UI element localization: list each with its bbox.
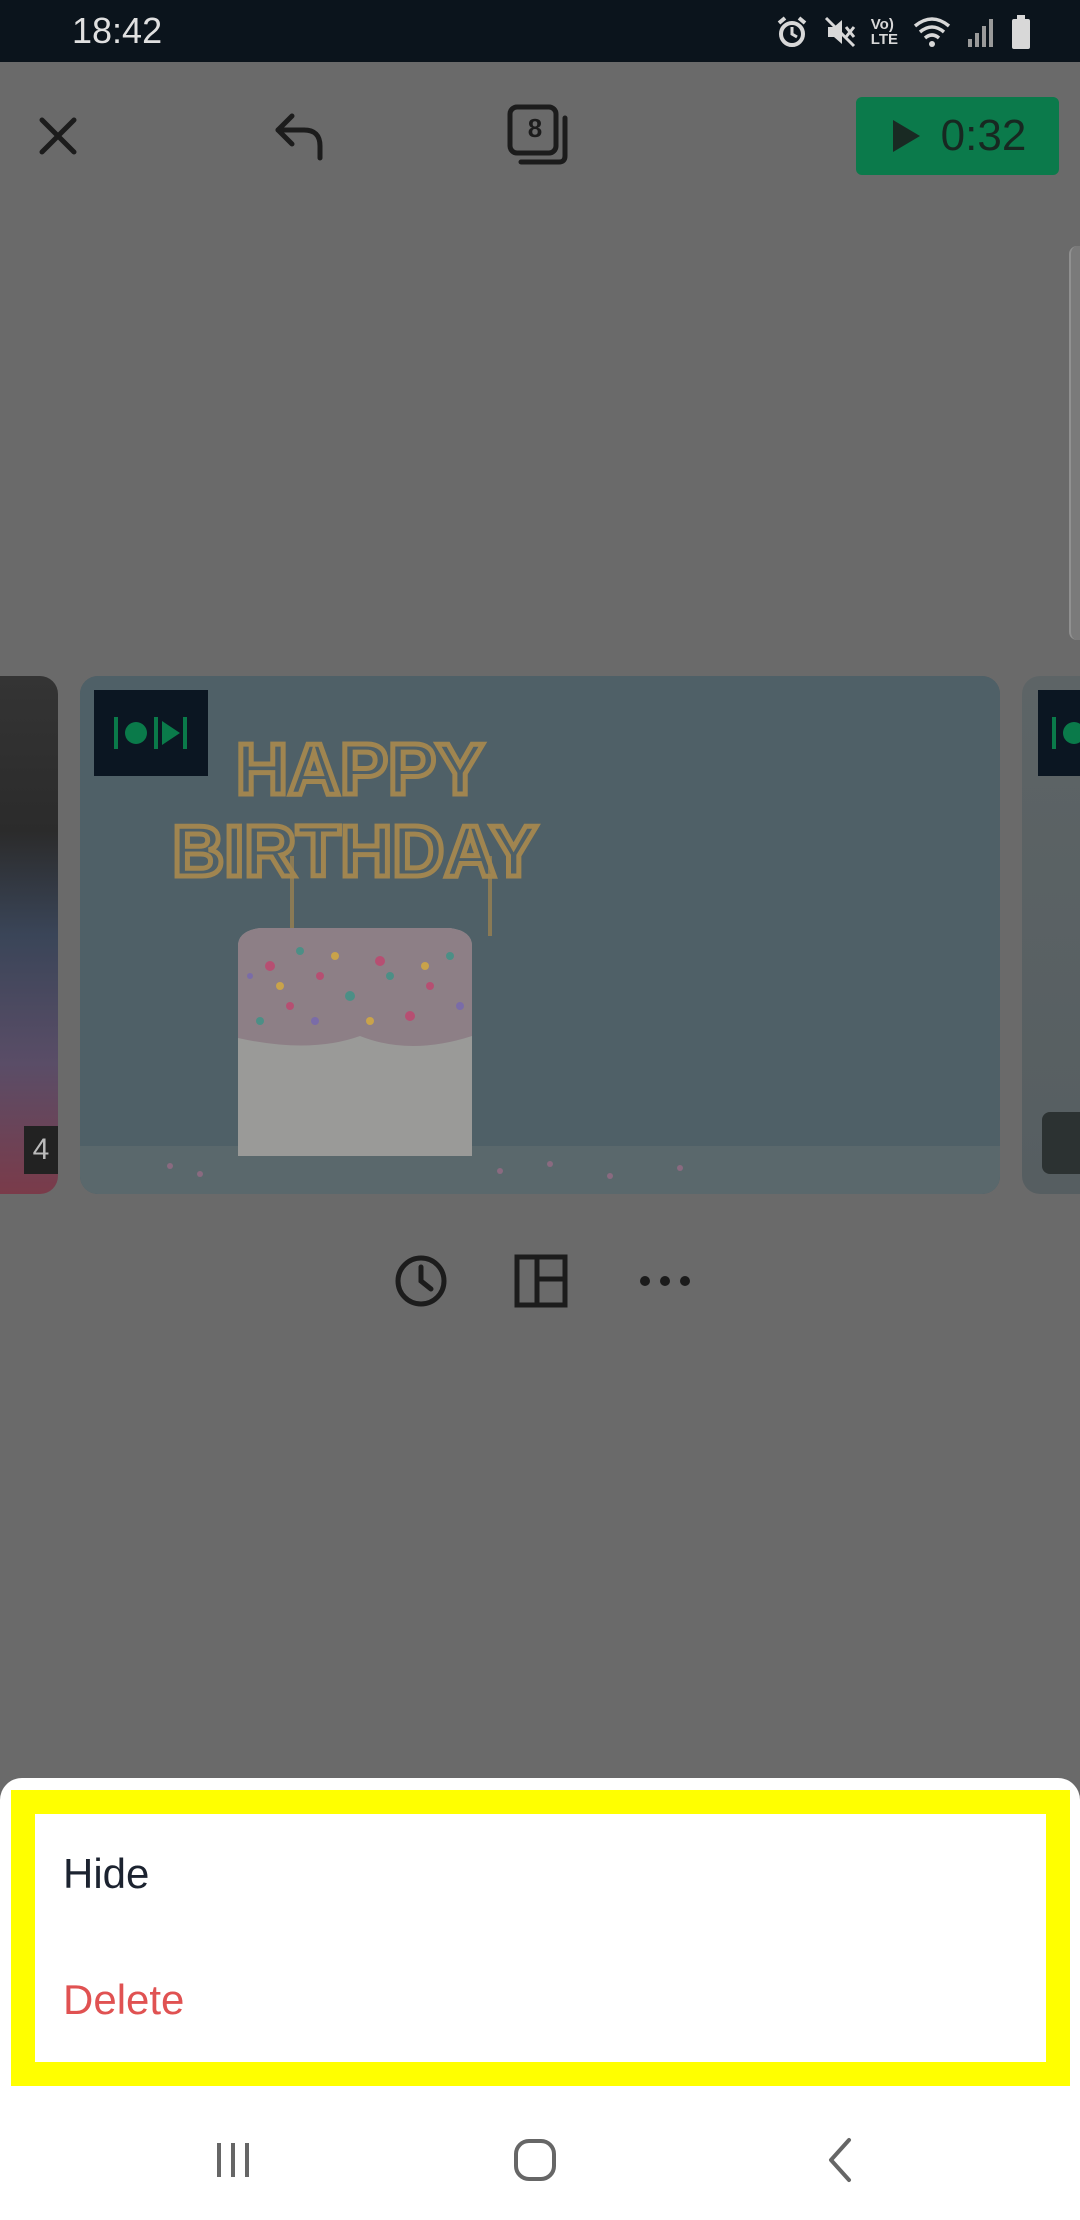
- back-button[interactable]: [795, 2120, 885, 2200]
- alarm-icon: [777, 16, 807, 47]
- close-icon: [39, 117, 77, 155]
- scroll-handle[interactable]: [1069, 246, 1080, 640]
- clock-icon: [395, 1255, 447, 1307]
- back-icon: [829, 2138, 851, 2182]
- transition-glyph-icon: [114, 717, 187, 749]
- close-button[interactable]: [28, 106, 88, 166]
- cake-topper-line1: HAPPY: [236, 730, 484, 810]
- recent-apps-icon: [217, 2143, 249, 2177]
- cake-topper-line2: BIRTHDAY: [172, 812, 537, 892]
- transition-icon-next[interactable]: [1038, 690, 1080, 776]
- volte-label-top: Vo): [870, 16, 894, 33]
- more-icon: [640, 1276, 690, 1286]
- undo-icon: [275, 113, 323, 161]
- home-button[interactable]: [490, 2120, 580, 2200]
- transition-icon[interactable]: [94, 690, 208, 776]
- play-duration: 0:32: [940, 111, 1027, 160]
- recent-apps-button[interactable]: [188, 2120, 278, 2200]
- delete-menu-item[interactable]: Delete: [63, 1976, 184, 2024]
- slide-thumbnail-next[interactable]: [1022, 676, 1080, 1194]
- mute-icon: [824, 16, 855, 48]
- wifi-icon: [913, 17, 951, 47]
- status-time: 18:42: [72, 10, 163, 51]
- status-bar: 18:42 Vo) LTE: [0, 0, 1080, 62]
- battery-icon: [1012, 15, 1030, 49]
- layout-button[interactable]: [506, 1246, 576, 1316]
- play-preview-button[interactable]: 0:32: [856, 97, 1059, 175]
- transition-glyph-icon: [1052, 717, 1080, 749]
- system-navbar: [0, 2100, 1080, 2220]
- slide-action-row: [380, 1246, 700, 1316]
- slides-count-button[interactable]: 8: [503, 100, 573, 172]
- layout-icon: [514, 1254, 568, 1308]
- slide-badge-next: [1042, 1112, 1080, 1174]
- play-icon: [892, 120, 920, 152]
- undo-button[interactable]: [265, 103, 335, 169]
- home-icon: [514, 2139, 556, 2181]
- volte-label-bottom: LTE: [870, 31, 898, 48]
- duration-button[interactable]: [386, 1246, 456, 1316]
- more-options-button[interactable]: [630, 1246, 700, 1316]
- menu-highlight-frame: [11, 1790, 1070, 2086]
- slide-thumbnail-previous[interactable]: 4: [0, 676, 58, 1194]
- slide-thumbnail-selected[interactable]: HAPPY BIRTHDAY: [80, 676, 1000, 1194]
- signal-icon: [968, 19, 993, 47]
- status-icons: Vo) LTE: [775, 12, 1032, 52]
- slide-badge: 4: [24, 1126, 58, 1174]
- slides-count: 8: [527, 113, 543, 143]
- slide-strip: 4 HAPPY BIRTHDAY: [0, 676, 1080, 1196]
- volte-icon: Vo) LTE: [871, 17, 898, 47]
- birthday-cake-image: HAPPY BIRTHDAY: [80, 676, 1000, 1194]
- hide-menu-item[interactable]: Hide: [63, 1850, 149, 1898]
